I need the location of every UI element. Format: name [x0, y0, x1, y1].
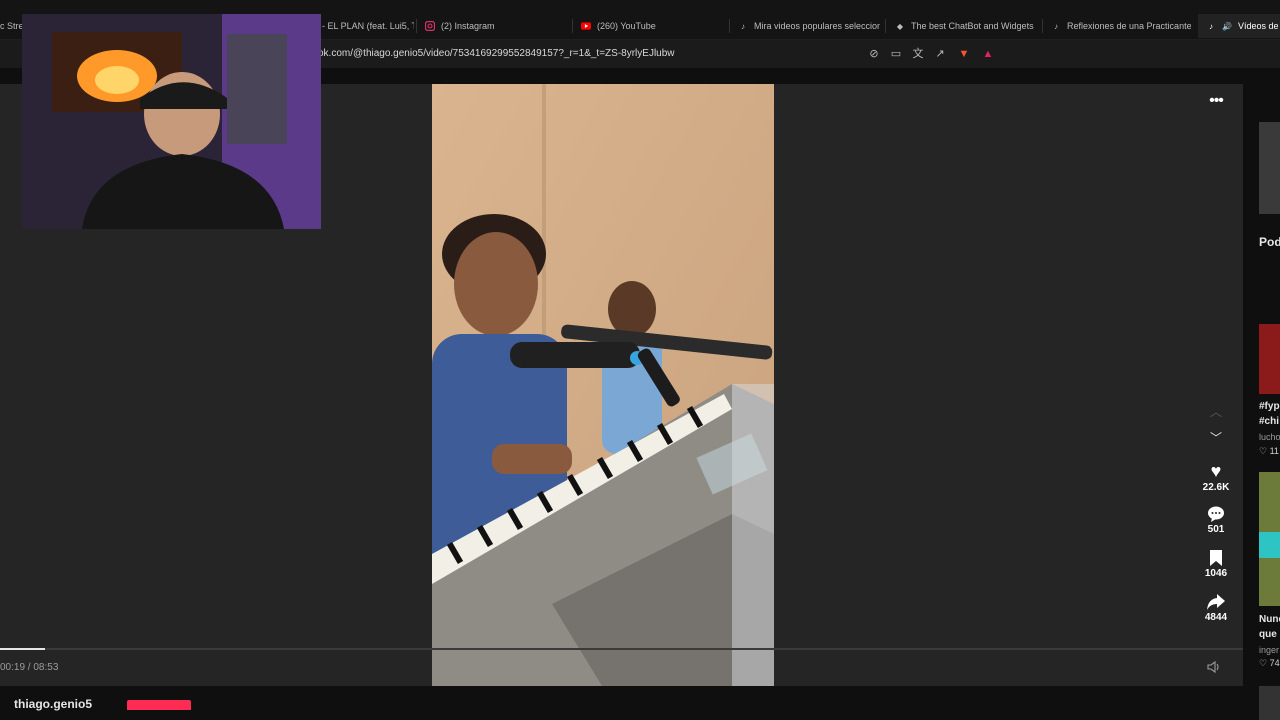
reader-mode-icon[interactable]: ▭ — [889, 47, 903, 61]
tiktok-icon: ♪ — [1054, 21, 1058, 31]
video-player[interactable] — [432, 84, 774, 686]
chevron-down-icon: ﹀ — [1209, 431, 1222, 445]
sidebar-video-title[interactable]: Nune — [1259, 614, 1280, 625]
tab-separator — [729, 19, 730, 33]
tab-reflexiones[interactable]: ♪ Reflexiones de una Practicante de — [1051, 14, 1191, 38]
share-count: 4844 — [1204, 612, 1228, 623]
volume-button[interactable] — [1207, 660, 1225, 676]
speaker-icon: 🔊 — [1222, 21, 1232, 31]
tab-label: Vídeos de Th — [1238, 21, 1280, 31]
no-tracking-icon[interactable]: ⊘ — [867, 47, 881, 61]
tab-chatbot[interactable]: ◆ The best ChatBot and Widgets for — [895, 14, 1035, 38]
translate-icon[interactable]: 文 — [911, 47, 925, 61]
video-progress-bar[interactable] — [0, 648, 1243, 650]
tab-label: - EL PLAN (feat. Lui5, Ty — [322, 21, 414, 31]
sidebar-video-thumbnail[interactable] — [1259, 324, 1280, 394]
bookmark-icon — [1196, 546, 1236, 568]
follow-button[interactable] — [127, 700, 191, 710]
more-options-button[interactable]: ••• — [1205, 92, 1227, 110]
comment-icon — [1196, 502, 1236, 524]
save-count: 1046 — [1204, 568, 1228, 579]
sidebar-video-title[interactable]: #fyp — [1259, 401, 1280, 412]
sidebar-video-author[interactable]: lucho — [1259, 432, 1280, 442]
sidebar-video-title[interactable]: que — [1259, 629, 1280, 640]
sidebar-thumbnail[interactable] — [1259, 122, 1280, 214]
tab-label: Mira videos populares seleccionado — [754, 21, 880, 31]
webcam-overlay — [22, 14, 321, 229]
sidebar-video-thumbnail[interactable] — [1259, 472, 1280, 606]
rewards-icon[interactable]: ▲ — [981, 47, 995, 61]
comment-count: 501 — [1207, 524, 1225, 535]
author-username[interactable]: thiago.genio5 — [14, 697, 92, 711]
tiktok-icon: ♪ — [1209, 21, 1213, 31]
tab-youtube[interactable]: (260) YouTube — [581, 14, 727, 38]
sidebar-video-likes: ♡ 11 — [1259, 446, 1279, 456]
share-button[interactable]: 4844 — [1196, 590, 1236, 623]
tab-separator — [572, 19, 573, 33]
youtube-icon — [581, 21, 591, 31]
brave-shield-icon[interactable]: ▼ — [957, 47, 971, 61]
tab-el-plan[interactable]: - EL PLAN (feat. Lui5, Ty — [322, 14, 414, 38]
chatbot-icon: ◆ — [896, 21, 904, 31]
tab-tiktok-popular[interactable]: ♪ Mira videos populares seleccionado — [738, 14, 880, 38]
comment-button[interactable]: 501 — [1196, 502, 1236, 535]
heart-icon: ♥ — [1210, 461, 1222, 481]
previous-video-button[interactable]: ︿ — [1207, 404, 1225, 420]
tab-label: (260) YouTube — [597, 21, 656, 31]
webcam-image — [22, 14, 321, 229]
sidebar-video-title[interactable]: #chi — [1259, 416, 1280, 427]
url-text[interactable]: ok.com/@thiago.genio5/video/753416929955… — [318, 48, 675, 59]
save-button[interactable]: 1046 — [1196, 546, 1236, 579]
tab-label: Reflexiones de una Practicante de — [1067, 21, 1191, 31]
share-arrow-icon — [1196, 590, 1236, 612]
tab-separator — [885, 19, 886, 33]
video-frame-image — [432, 84, 774, 686]
tab-videos-active[interactable]: ♪ 🔊 Vídeos de Th — [1198, 14, 1280, 38]
tab-label: The best ChatBot and Widgets for — [911, 21, 1035, 31]
speaker-icon — [1207, 660, 1221, 677]
tiktok-icon: ♪ — [741, 21, 745, 31]
sidebar-video-likes: ♡ 74 — [1259, 658, 1280, 668]
next-video-button[interactable]: ﹀ — [1207, 430, 1225, 446]
sidebar-video-author[interactable]: inger — [1259, 645, 1280, 655]
instagram-icon — [425, 21, 435, 31]
sidebar-heading: Pod — [1259, 235, 1280, 249]
share-icon[interactable]: ↗ — [933, 47, 947, 61]
tab-instagram[interactable]: (2) Instagram — [425, 14, 565, 38]
tab-label: (2) Instagram — [441, 21, 495, 31]
tab-separator — [1042, 19, 1043, 33]
video-time: 00:19 / 08:53 — [0, 662, 59, 673]
like-count: 22.6K — [1202, 482, 1230, 493]
like-button[interactable]: ♥ 22.6K — [1196, 460, 1236, 493]
chevron-up-icon: ︿ — [1209, 405, 1222, 419]
tab-separator — [416, 19, 417, 33]
sidebar-video-thumbnail[interactable] — [1259, 686, 1280, 720]
video-progress-fill — [0, 648, 45, 650]
